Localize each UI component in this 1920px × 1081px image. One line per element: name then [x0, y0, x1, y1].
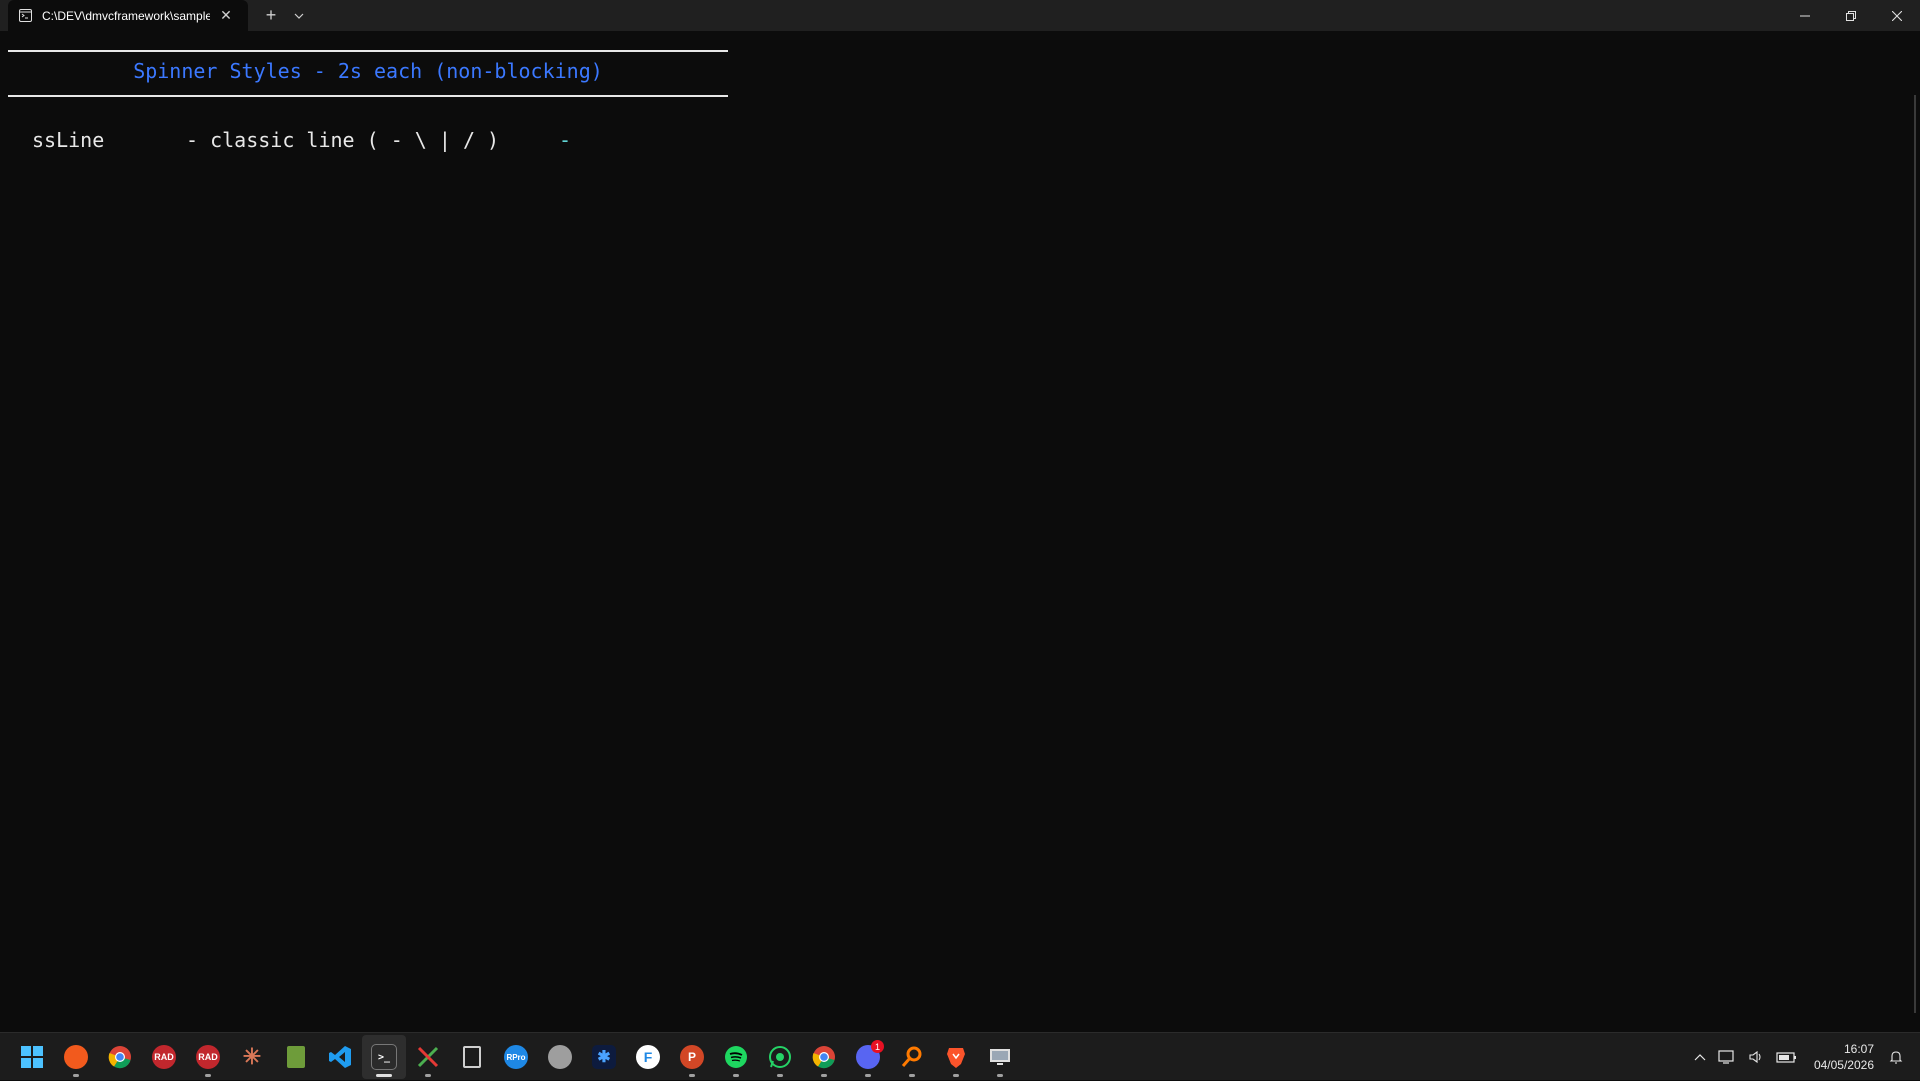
clipboard-icon — [463, 1046, 481, 1068]
tab-dropdown-button[interactable] — [286, 0, 312, 31]
taskbar-app[interactable]: RAD — [186, 1035, 230, 1079]
spinner-style-description: - classic line ( - \ | / ) — [186, 128, 500, 152]
whatsapp-icon — [769, 1046, 791, 1068]
spinner-frame: - — [559, 128, 572, 152]
terminal-tab[interactable]: C:\DEV\dmvcframework\samples\console_spi… — [8, 0, 248, 31]
spinner-style-name: ssLine — [32, 128, 105, 152]
notepad-icon — [287, 1046, 305, 1068]
taskbar-app[interactable] — [98, 1035, 142, 1079]
output-heading: Spinner Styles - 2s each (non-blocking) — [133, 59, 603, 83]
taskbar-app[interactable] — [54, 1035, 98, 1079]
tab-close-icon[interactable]: ✕ — [218, 7, 234, 24]
taskbar-app[interactable] — [318, 1035, 362, 1079]
taskbar-app[interactable]: F — [626, 1035, 670, 1079]
clock-time: 16:07 — [1843, 1042, 1874, 1056]
volume-control[interactable] — [1748, 1049, 1764, 1065]
spotify-icon — [725, 1046, 747, 1068]
taskbar-app[interactable] — [538, 1035, 582, 1079]
chevron-down-icon — [294, 13, 304, 19]
title-bar: C:\DEV\dmvcframework\samples\console_spi… — [0, 0, 1920, 31]
app-icon: ✱ — [592, 1045, 616, 1069]
claude-icon: ✳ — [242, 1044, 262, 1069]
windows-start-icon — [21, 1046, 43, 1068]
restore-icon — [1846, 10, 1856, 21]
taskbar-app[interactable]: RAD — [142, 1035, 186, 1079]
system-clock[interactable]: 16:07 04/05/2026 — [1814, 1041, 1874, 1073]
separator-bottom — [8, 95, 728, 97]
taskbar-app[interactable]: RPro — [494, 1035, 538, 1079]
taskbar-app[interactable] — [714, 1035, 758, 1079]
network-status[interactable] — [1718, 1049, 1736, 1065]
chrome-icon — [812, 1046, 835, 1069]
taskbar-app[interactable]: ✳ — [230, 1035, 274, 1079]
network-icon — [1718, 1050, 1734, 1064]
chrome-icon — [108, 1046, 131, 1069]
notification-bell-icon — [1889, 1051, 1903, 1064]
volume-icon — [1749, 1050, 1761, 1064]
taskbar-app[interactable]: ✱ — [582, 1035, 626, 1079]
terminal-output[interactable]: Spinner Styles - 2s each (non-blocking) … — [0, 31, 1920, 1032]
taskbar-app[interactable] — [934, 1035, 978, 1079]
start-button[interactable] — [10, 1035, 54, 1079]
show-hidden-icons-button[interactable] — [1694, 1053, 1706, 1061]
minimize-icon — [1800, 15, 1810, 16]
taskbar-app[interactable] — [758, 1035, 802, 1079]
terminal-tab-icon — [18, 9, 32, 23]
taskbar-app[interactable] — [274, 1035, 318, 1079]
clock-date: 04/05/2026 — [1813, 1058, 1874, 1072]
rad-studio-icon: RAD — [152, 1045, 176, 1069]
powerpoint-icon: P — [680, 1045, 704, 1069]
taskbar-app[interactable] — [450, 1035, 494, 1079]
remote-desktop-icon — [990, 1049, 1010, 1065]
scrollbar[interactable] — [1914, 95, 1916, 1013]
search-app-icon — [901, 1046, 922, 1067]
taskbar-app[interactable] — [802, 1035, 846, 1079]
user-icon — [548, 1045, 572, 1069]
rpro-icon: RPro — [504, 1045, 528, 1069]
terminal-icon: >_ — [371, 1044, 397, 1070]
taskbar-app[interactable] — [978, 1035, 1022, 1079]
vscode-icon — [329, 1046, 351, 1068]
battery-status[interactable] — [1776, 1050, 1798, 1064]
taskbar-app[interactable] — [406, 1035, 450, 1079]
notification-badge: 1 — [871, 1040, 884, 1053]
tools-icon — [417, 1046, 439, 1068]
notifications-button[interactable] — [1888, 1049, 1904, 1065]
brave-icon — [947, 1048, 965, 1068]
taskbar-app[interactable] — [890, 1035, 934, 1079]
chevron-up-icon — [1694, 1054, 1706, 1061]
separator-top — [8, 50, 728, 52]
new-tab-button[interactable]: + — [256, 0, 286, 31]
battery-icon — [1776, 1052, 1796, 1063]
restore-button[interactable] — [1828, 0, 1874, 31]
f-app-icon: F — [636, 1045, 660, 1069]
close-button[interactable] — [1874, 0, 1920, 31]
close-icon — [1892, 10, 1902, 21]
minimize-button[interactable] — [1782, 0, 1828, 31]
tab-title: C:\DEV\dmvcframework\samples\console_spi… — [42, 8, 210, 23]
taskbar: RAD RAD ✳ >_ RPro ✱ F P 1 16:07 04/05/20… — [0, 1032, 1920, 1080]
browser-icon — [64, 1045, 88, 1069]
rad-studio-icon: RAD — [196, 1045, 220, 1069]
taskbar-app-terminal[interactable]: >_ — [362, 1035, 406, 1079]
taskbar-app[interactable]: 1 — [846, 1035, 890, 1079]
taskbar-app[interactable]: P — [670, 1035, 714, 1079]
